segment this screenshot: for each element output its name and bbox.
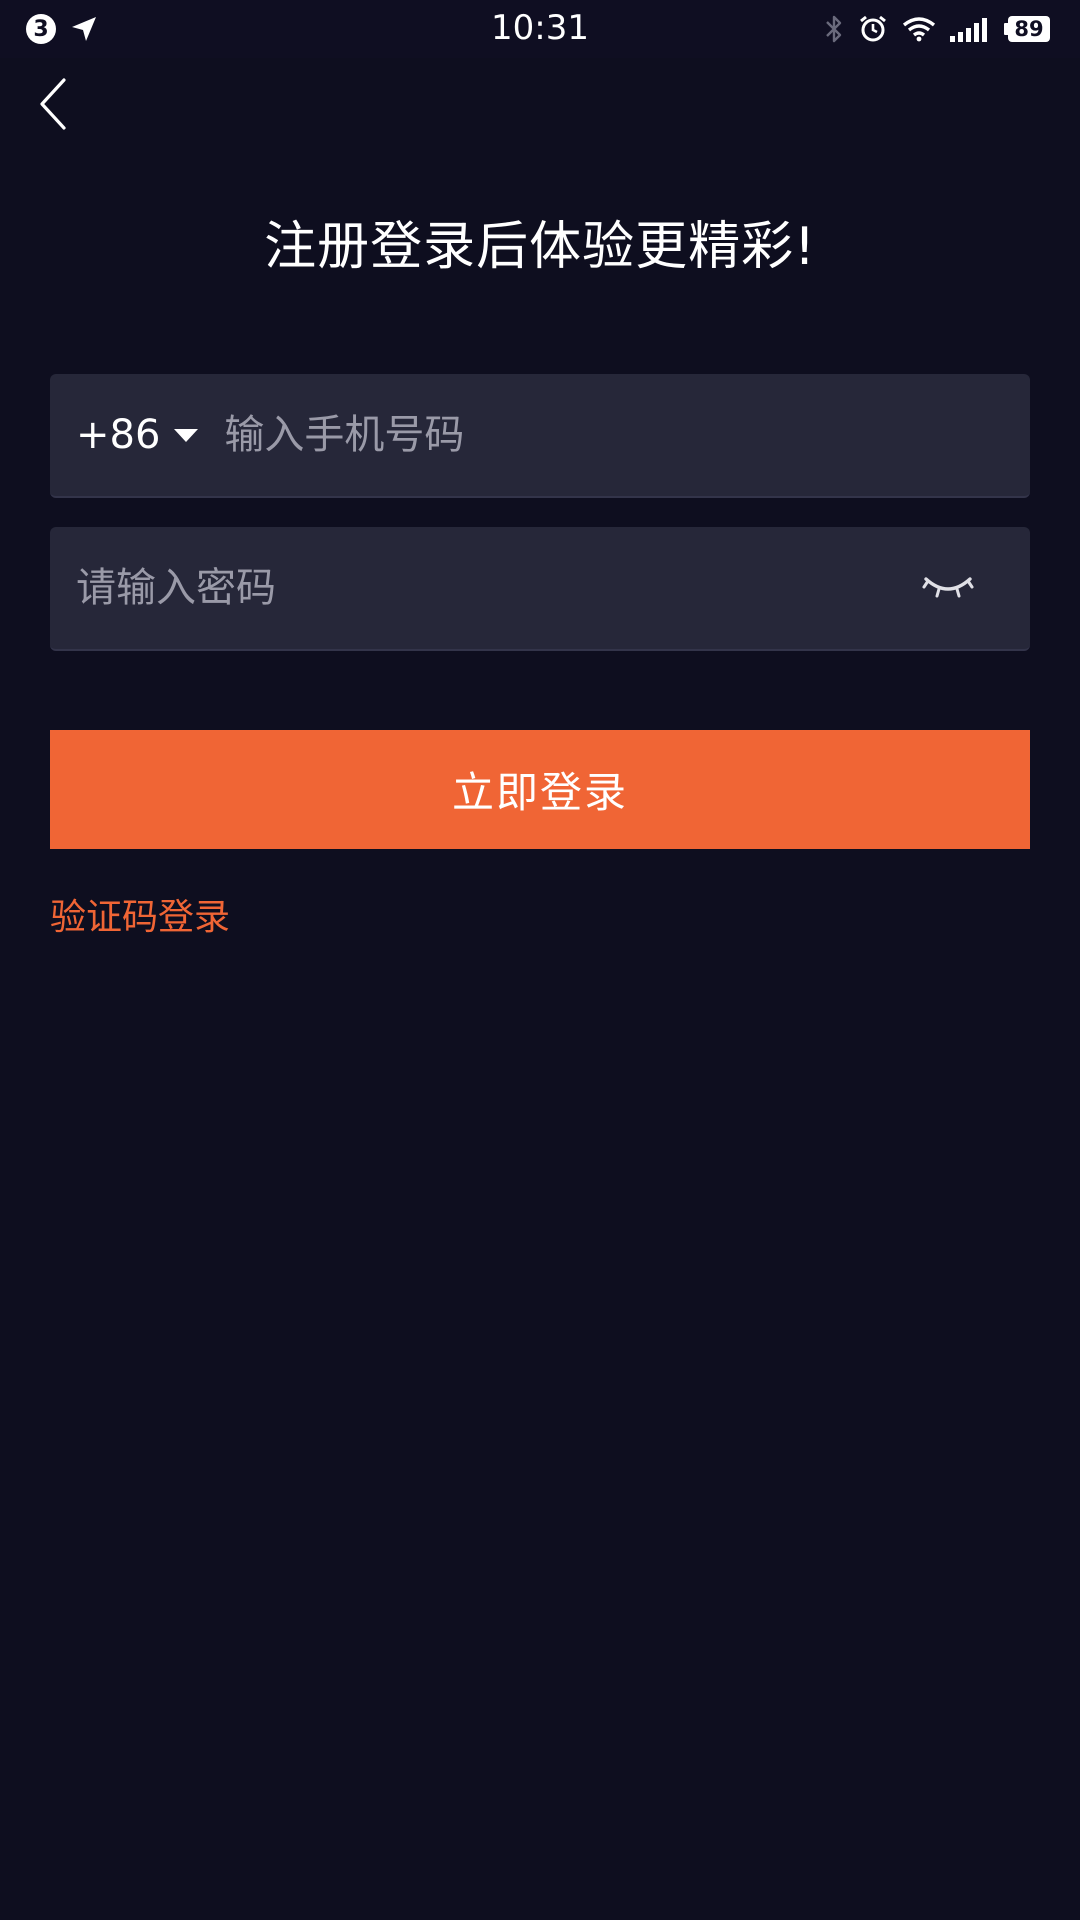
battery-level: 89 [1008, 16, 1050, 42]
password-field [50, 527, 1030, 651]
bluetooth-icon [826, 15, 842, 43]
phone-input[interactable] [224, 374, 985, 496]
login-button[interactable]: 立即登录 [50, 730, 1030, 849]
phone-field: +86 [50, 374, 1030, 498]
chevron-left-icon [40, 78, 66, 130]
battery-icon: 89 [1004, 16, 1050, 42]
status-right: 89 [824, 14, 1050, 44]
signal-icon [950, 18, 987, 42]
eye-closed-icon[interactable] [922, 571, 974, 601]
wifi-icon [902, 17, 936, 42]
back-button[interactable] [28, 74, 78, 134]
caret-down-icon [174, 428, 199, 442]
country-code-selector[interactable]: +86 [76, 412, 199, 458]
country-code-label: +86 [76, 412, 161, 458]
password-input[interactable] [76, 527, 876, 649]
page-title: 注册登录后体验更精彩! [264, 217, 816, 277]
sms-login-link[interactable]: 验证码登录 [50, 888, 230, 940]
status-bar: 3 10:31 89 [0, 0, 1080, 58]
alarm-icon [860, 15, 886, 42]
